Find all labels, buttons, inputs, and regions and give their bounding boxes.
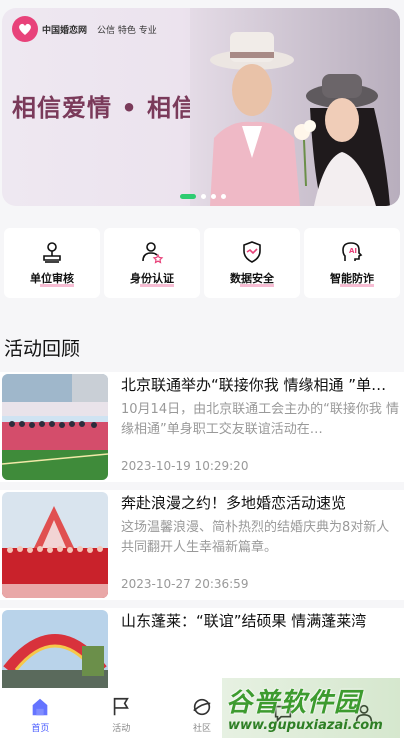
tab-label: 社区 (192, 723, 211, 734)
site-watermark: 谷普软件园 www.gupuxiazai.com (222, 678, 400, 738)
tab-home[interactable]: 首页 (0, 688, 81, 741)
activity-title: 北京联通举办“联接你我 情缘相通 ”单身职工交友联谊活动 (121, 376, 399, 394)
ai-head-icon: AI (342, 242, 363, 261)
activity-thumbnail (2, 492, 108, 598)
planet-icon (193, 698, 211, 715)
activity-time: 2023-10-27 20:36:59 (121, 577, 249, 591)
banner-pagination (180, 194, 226, 199)
banner-dot-3[interactable] (211, 194, 216, 199)
feature-anti-fraud[interactable]: AI 智能防诈 (304, 228, 400, 298)
activity-title: 山东蓬莱：“联谊”结硕果 情满蓬莱湾 (121, 612, 367, 630)
home-icon (33, 698, 48, 715)
tab-label: 活动 (112, 723, 131, 734)
banner-logo-tagline: 公信 特色 专业 (97, 25, 157, 36)
couple-photo (190, 8, 400, 206)
feature-label: 身份认证 (130, 272, 174, 287)
watermark-url: www.gupuxiazai.com (228, 718, 383, 733)
flag-icon (113, 697, 130, 715)
feature-data-security[interactable]: 数据安全 (204, 228, 300, 298)
activity-desc: 这场温馨浪漫、简朴热烈的结婚庆典为8对新人共同翻开人生幸福新篇章。 (121, 520, 390, 555)
banner-dot-4[interactable] (221, 194, 226, 199)
hero-banner[interactable]: 中国婚恋网 公信 特色 专业 相信爱情 • 相信我们 (2, 8, 400, 206)
banner-dot-1[interactable] (180, 194, 196, 199)
feature-cards: 单位审核 身份认证 数据安全 AI 智能防诈 (0, 228, 404, 298)
user-verify-icon (142, 242, 164, 264)
section-title: 活动回顾 (4, 338, 81, 360)
svg-text:AI: AI (349, 247, 357, 255)
building-icon (43, 242, 61, 263)
watermark-title: 谷普软件园 (226, 688, 362, 718)
tab-activity[interactable]: 活动 (81, 688, 162, 741)
shield-icon (243, 241, 261, 263)
activity-title: 奔赴浪漫之约！多地婚恋活动速览 (121, 494, 347, 512)
heart-logo-icon (12, 16, 38, 42)
feature-label: 单位审核 (30, 272, 74, 287)
activity-item[interactable]: 奔赴浪漫之约！多地婚恋活动速览 这场温馨浪漫、简朴热烈的结婚庆典为8对新人共同翻… (0, 490, 404, 600)
feature-label: 智能防诈 (330, 272, 374, 287)
banner-dot-2[interactable] (201, 194, 206, 199)
activity-thumbnail (2, 374, 108, 480)
banner-logo: 中国婚恋网 公信 特色 专业 (12, 16, 157, 42)
feature-label: 数据安全 (230, 272, 274, 287)
banner-logo-text: 中国婚恋网 (42, 25, 88, 36)
tab-label: 首页 (31, 723, 50, 734)
feature-unit-review[interactable]: 单位审核 (4, 228, 100, 298)
feature-id-verify[interactable]: 身份认证 (104, 228, 200, 298)
activity-time: 2023-10-19 10:29:20 (121, 459, 249, 473)
activity-item[interactable]: 北京联通举办“联接你我 情缘相通 ”单身职工交友联谊活动 10月14日，由北京联… (0, 372, 404, 482)
activity-desc: 10月14日，由北京联通工会主办的“联接你我 情缘相通”单身职工交友联谊活动在… (121, 402, 399, 437)
